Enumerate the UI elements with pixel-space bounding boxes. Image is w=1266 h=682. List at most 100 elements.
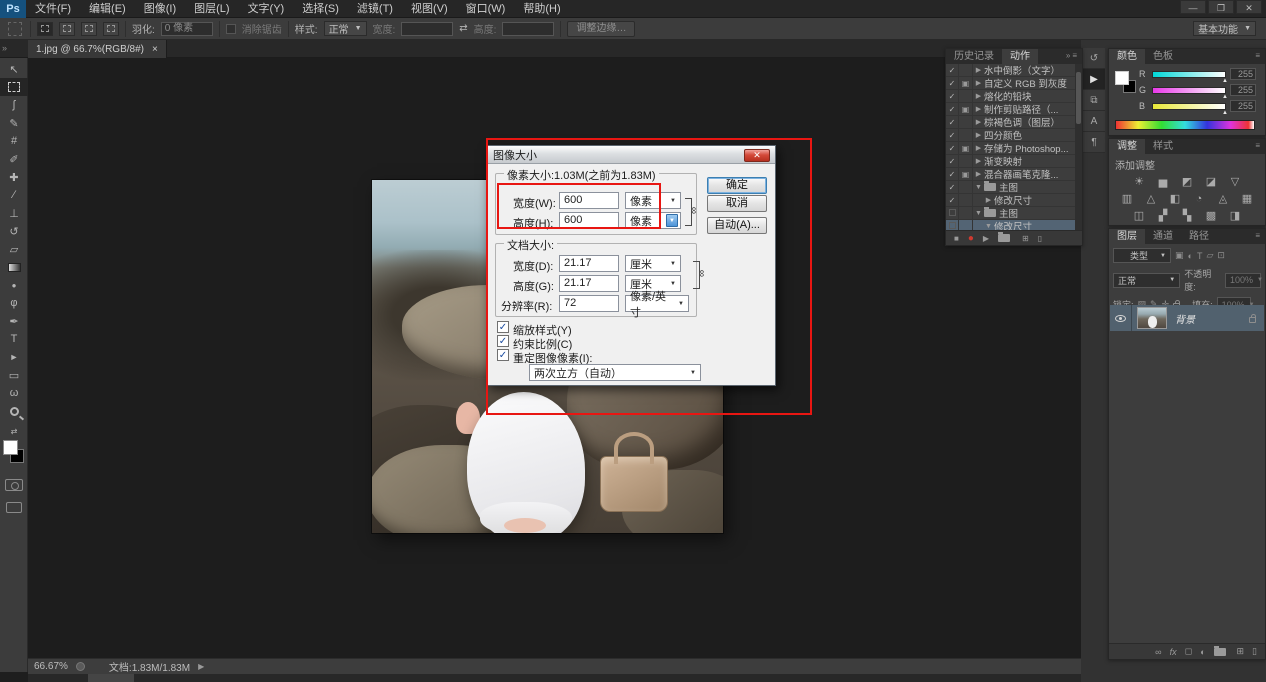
pixel-height-unit-select[interactable]: 像素▼ <box>625 212 681 229</box>
blur-tool[interactable]: ● <box>0 276 28 294</box>
panel-menu-icon[interactable]: ≡ <box>1255 141 1262 150</box>
record-icon[interactable]: ● <box>968 233 974 244</box>
tab-history[interactable]: 历史记录 <box>946 49 1002 64</box>
rectangular-marquee-tool[interactable] <box>0 78 28 96</box>
add-selection-button[interactable] <box>59 22 75 36</box>
tab-styles[interactable]: 样式 <box>1145 139 1181 154</box>
foreground-color-swatch[interactable] <box>1115 71 1129 85</box>
hue-saturation-icon[interactable]: ▥ <box>1120 193 1135 206</box>
doc-width-unit-select[interactable]: 厘米▼ <box>625 255 681 272</box>
move-tool[interactable]: ↖ <box>0 60 28 78</box>
layer-visibility-cell[interactable] <box>1110 305 1132 331</box>
screen-mode-button[interactable] <box>0 498 28 516</box>
path-selection-tool[interactable]: ► <box>0 348 28 366</box>
tab-layers[interactable]: 图层 <box>1109 229 1145 244</box>
new-action-icon[interactable]: ⊞ <box>1022 234 1029 243</box>
menu-window[interactable]: 窗口(W) <box>457 0 515 18</box>
subtract-selection-button[interactable] <box>81 22 97 36</box>
expand-arrow-icon[interactable]: ▶ <box>973 157 984 165</box>
new-layer-icon[interactable]: ⊞ <box>1237 646 1245 657</box>
actions-panel-icon[interactable]: ▶ <box>1083 69 1105 90</box>
levels-icon[interactable]: ▅ <box>1156 176 1171 189</box>
width-input[interactable] <box>401 22 453 36</box>
filter-type-select[interactable]: 类型▼ <box>1113 248 1171 263</box>
expand-arrow-icon[interactable]: ▶ <box>973 170 984 178</box>
menu-type[interactable]: 文字(Y) <box>239 0 294 18</box>
swap-dimensions-icon[interactable]: ⇄ <box>459 23 467 34</box>
link-layers-icon[interactable]: ∞ <box>1155 647 1161 657</box>
feather-input[interactable]: 0 像素 <box>161 22 213 36</box>
expand-arrow-icon[interactable]: ▶ <box>973 66 984 74</box>
expand-arrow-icon[interactable]: ▼ <box>973 184 984 191</box>
delete-layer-icon[interactable]: ▯ <box>1252 646 1257 657</box>
tab-close-icon[interactable]: × <box>152 44 158 55</box>
tab-color[interactable]: 颜色 <box>1109 49 1145 64</box>
layer-effects-icon[interactable]: fx <box>1170 647 1177 657</box>
dialog-title-bar[interactable]: 图像大小 ✕ <box>487 146 775 164</box>
scale-styles-checkbox[interactable]: ✓ <box>497 321 509 333</box>
brightness-contrast-icon[interactable]: ☀ <box>1132 176 1147 189</box>
new-group-icon[interactable] <box>1214 648 1226 656</box>
close-button[interactable]: ✕ <box>1236 0 1262 14</box>
dock-collapse-icon[interactable]: » <box>2 43 7 53</box>
constrain-proportions-checkbox[interactable]: ✓ <box>497 335 509 347</box>
panel-menu-icon[interactable]: ≡ <box>1255 51 1262 60</box>
blue-slider[interactable]: ▲ <box>1152 103 1226 110</box>
filter-smart-objects-icon[interactable]: ⊡ <box>1217 250 1225 261</box>
new-adjustment-layer-icon[interactable]: ◐ <box>1200 647 1205 657</box>
red-slider[interactable]: ▲ <box>1152 71 1226 78</box>
posterize-icon[interactable]: ▞ <box>1156 210 1171 223</box>
restore-button[interactable]: ❐ <box>1208 0 1234 14</box>
play-action-icon[interactable]: ▶ <box>983 234 989 243</box>
menu-view[interactable]: 视图(V) <box>402 0 457 18</box>
expand-arrow-icon[interactable]: ▶ <box>973 92 984 100</box>
expand-arrow-icon[interactable]: ▶ <box>983 196 994 204</box>
expand-arrow-icon[interactable]: ▼ <box>973 210 984 217</box>
dialog-close-button[interactable]: ✕ <box>744 149 770 162</box>
threshold-icon[interactable]: ▚ <box>1180 210 1195 223</box>
tab-actions[interactable]: 动作 <box>1002 49 1038 64</box>
gradient-map-icon[interactable]: ▩ <box>1204 210 1219 223</box>
clone-stamp-tool[interactable]: ⊥ <box>0 204 28 222</box>
channel-mixer-icon[interactable]: ◬ <box>1216 193 1231 206</box>
refine-edge-button[interactable]: 调整边缘… <box>567 21 635 37</box>
eraser-tool[interactable]: ▱ <box>0 240 28 258</box>
expand-arrow-icon[interactable]: ▶ <box>973 118 984 126</box>
resolution-input[interactable]: 72 <box>559 295 619 312</box>
green-slider[interactable]: ▲ <box>1152 87 1226 94</box>
new-set-icon[interactable] <box>998 234 1010 242</box>
lasso-tool[interactable]: ʃ <box>0 96 28 114</box>
hand-tool[interactable]: ω <box>0 384 28 402</box>
brush-tool[interactable]: ∕ <box>0 186 28 204</box>
menu-edit[interactable]: 编辑(E) <box>80 0 135 18</box>
menu-help[interactable]: 帮助(H) <box>514 0 569 18</box>
expand-arrow-icon[interactable]: ▶ <box>973 79 984 87</box>
menu-filter[interactable]: 滤镜(T) <box>348 0 402 18</box>
spot-healing-tool[interactable]: ✚ <box>0 168 28 186</box>
resample-image-checkbox[interactable]: ✓ <box>497 349 509 361</box>
panel-menu-icon[interactable]: ≡ <box>1255 231 1262 240</box>
status-expand-icon[interactable]: ▶ <box>198 662 204 671</box>
layer-mask-icon[interactable]: ◻ <box>1185 646 1192 657</box>
menu-layer[interactable]: 图层(L) <box>185 0 238 18</box>
pen-tool[interactable]: ✒ <box>0 312 28 330</box>
color-balance-icon[interactable]: △ <box>1144 193 1159 206</box>
expand-arrow-icon[interactable]: ▼ <box>983 223 994 230</box>
auto-button[interactable]: 自动(A)... <box>707 217 767 234</box>
style-select[interactable]: 正常▼ <box>324 21 367 36</box>
menu-image[interactable]: 图像(I) <box>135 0 185 18</box>
resolution-unit-select[interactable]: 像素/英寸▼ <box>625 295 689 312</box>
document-tab[interactable]: 1.jpg @ 66.7%(RGB/8#) × <box>28 40 167 58</box>
eyedropper-tool[interactable]: ✐ <box>0 150 28 168</box>
pixel-width-input[interactable]: 600 <box>559 192 619 209</box>
tab-channels[interactable]: 通道 <box>1145 229 1181 244</box>
zoom-level[interactable]: 66.67% <box>34 661 68 672</box>
slider-handle-icon[interactable]: ▲ <box>1222 94 1228 100</box>
stop-recording-icon[interactable]: ■ <box>954 234 959 243</box>
tab-swatches[interactable]: 色板 <box>1145 49 1181 64</box>
marquee-tool-icon[interactable] <box>8 22 22 36</box>
blend-mode-select[interactable]: 正常▼ <box>1113 273 1180 288</box>
dodge-tool[interactable]: φ <box>0 294 28 312</box>
quick-mask-button[interactable] <box>0 476 28 494</box>
crop-tool[interactable]: # <box>0 132 28 150</box>
